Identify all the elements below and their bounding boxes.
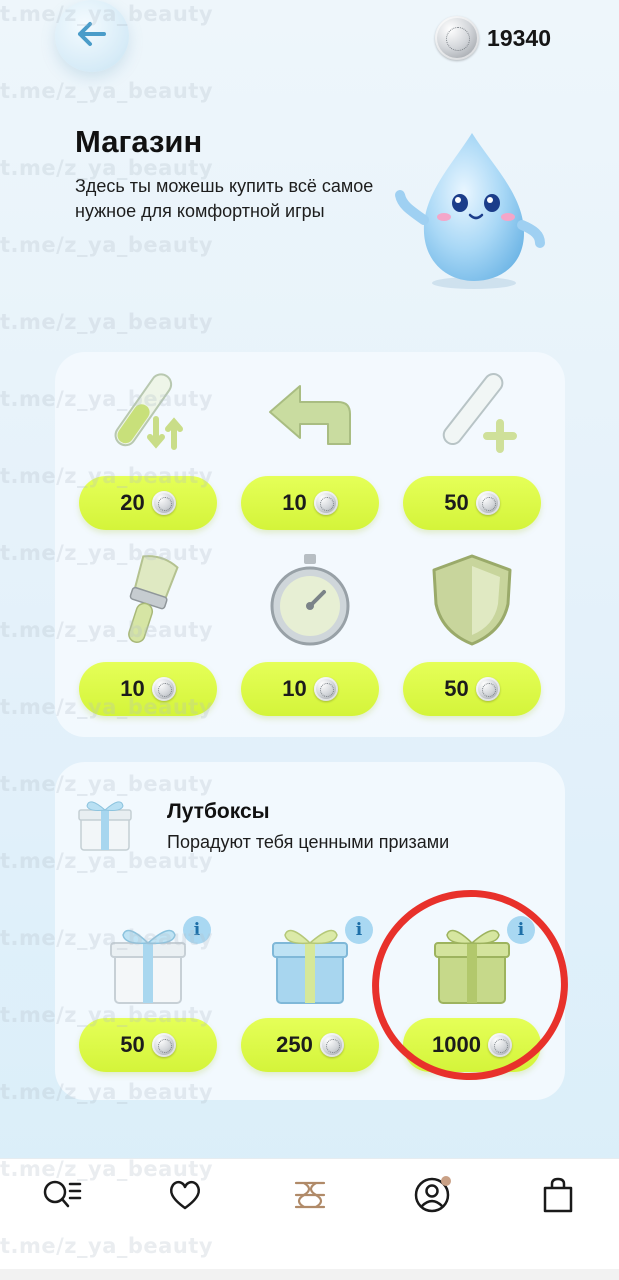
- buy-button[interactable]: 50: [403, 476, 541, 530]
- shield-icon: [403, 550, 541, 650]
- price-label: 50: [444, 490, 469, 515]
- watermark: t.me/z_ya_beauty: [0, 79, 214, 103]
- coin-icon: [151, 1033, 176, 1057]
- heart-icon: [167, 1179, 203, 1216]
- tab-game[interactable]: [290, 1177, 330, 1217]
- watermark: t.me/z_ya_beauty: [0, 233, 214, 257]
- price-label: 10: [282, 490, 307, 515]
- buy-button[interactable]: 50: [79, 1018, 217, 1072]
- gift-box-icon: [75, 794, 135, 859]
- coin-balance: 19340: [435, 16, 551, 60]
- test-tube-swap-icon: [79, 364, 217, 464]
- shop-items-card: 20 10 50 10 10 50: [55, 352, 565, 737]
- coin-icon: [319, 1033, 344, 1057]
- buy-button[interactable]: 250: [241, 1018, 379, 1072]
- page-title: Магазин: [75, 124, 203, 159]
- arrow-left-icon: [77, 21, 107, 52]
- search-list-icon: [42, 1178, 82, 1217]
- info-icon[interactable]: i: [345, 916, 373, 944]
- price-label: 10: [120, 676, 145, 701]
- price-label: 50: [120, 1032, 145, 1057]
- tab-shop[interactable]: [538, 1177, 578, 1217]
- home-indicator-bar: [0, 1269, 619, 1280]
- coin-icon: [313, 677, 338, 701]
- shopping-bag-icon: [542, 1177, 574, 1218]
- price-label: 250: [276, 1032, 313, 1057]
- page-subtitle: Здесь ты можешь купить всё самое нужное …: [75, 176, 374, 221]
- tab-favorites[interactable]: [165, 1177, 205, 1217]
- test-tube-plus-icon: [403, 364, 541, 464]
- tab-search-list[interactable]: [42, 1177, 82, 1217]
- stopwatch-icon: [241, 550, 379, 650]
- water-drop-mascot-icon: [392, 125, 552, 295]
- buy-button[interactable]: 20: [79, 476, 217, 530]
- game-logo-icon: [292, 1177, 328, 1218]
- bottom-tab-bar: [0, 1158, 619, 1280]
- back-button[interactable]: [55, 0, 129, 72]
- undo-arrow-icon: [241, 364, 379, 464]
- buy-button[interactable]: 10: [241, 476, 379, 530]
- coin-icon: [475, 677, 500, 701]
- coin-icon: [151, 491, 176, 515]
- coin-icon: [475, 491, 500, 515]
- coin-icon: [313, 491, 338, 515]
- info-icon[interactable]: i: [183, 916, 211, 944]
- tab-profile[interactable]: [414, 1175, 454, 1220]
- paint-brush-icon: [79, 550, 217, 650]
- price-label: 10: [282, 676, 307, 701]
- buy-button[interactable]: 10: [241, 662, 379, 716]
- price-label: 50: [444, 676, 469, 701]
- buy-button[interactable]: 10: [79, 662, 217, 716]
- profile-icon: [414, 1175, 454, 1220]
- watermark: t.me/z_ya_beauty: [0, 310, 214, 334]
- lootboxes-subtitle: Порадуют тебя ценными призами: [167, 832, 450, 852]
- coin-balance-value: 19340: [487, 24, 551, 51]
- coin-icon: [151, 677, 176, 701]
- buy-button[interactable]: 50: [403, 662, 541, 716]
- lootboxes-title: Лутбоксы: [167, 800, 270, 823]
- price-label: 20: [120, 490, 145, 515]
- coin-icon: [435, 16, 480, 60]
